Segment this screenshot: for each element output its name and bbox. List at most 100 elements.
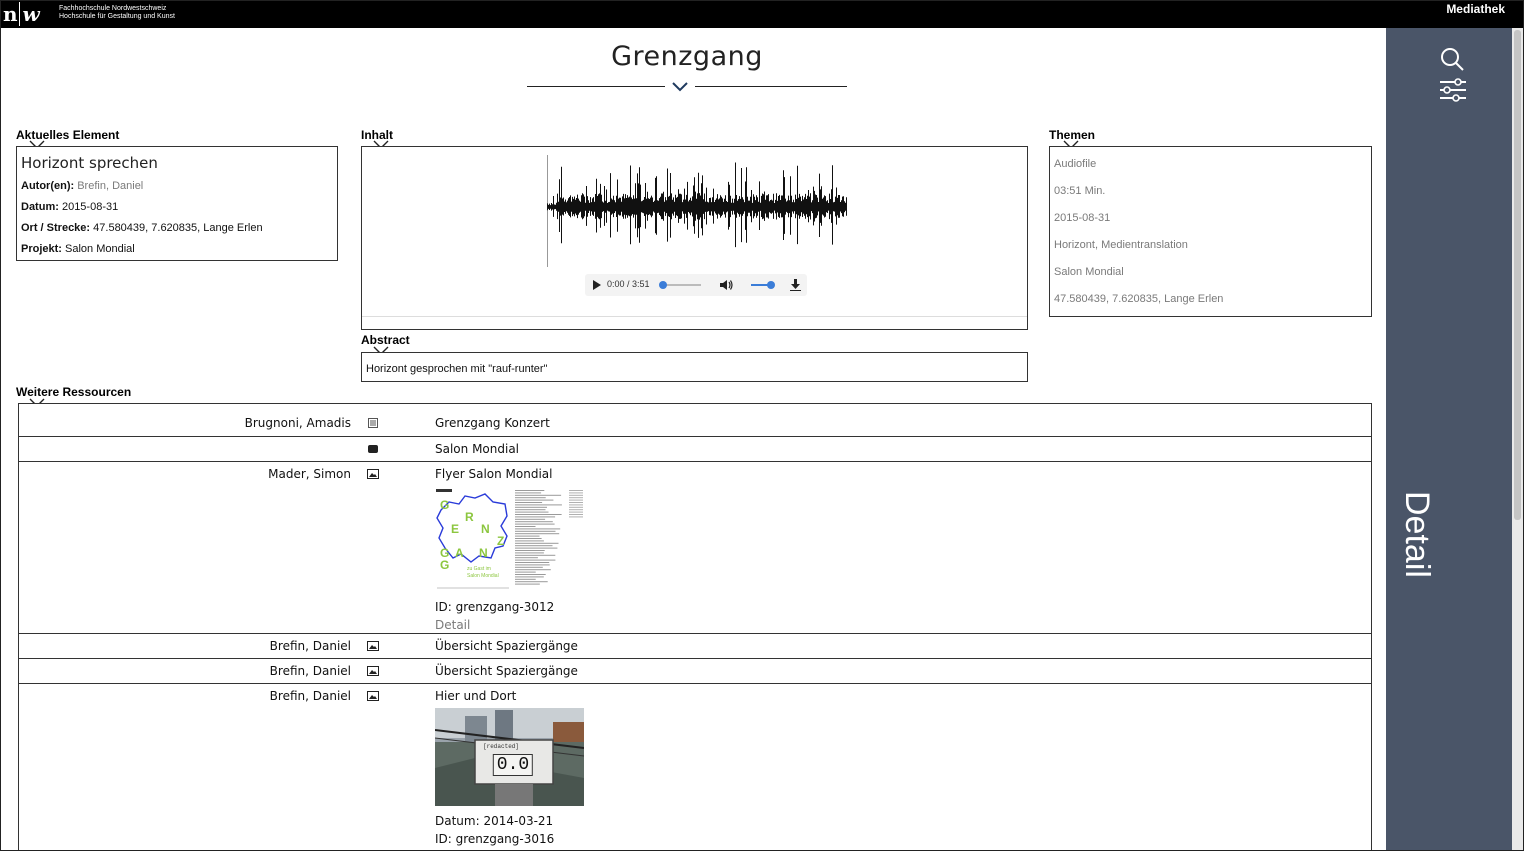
resource-title[interactable]: Grenzgang Konzert bbox=[435, 416, 550, 430]
flyer-text-line bbox=[515, 492, 542, 494]
right-sidebar bbox=[1386, 28, 1512, 850]
theme-item[interactable]: Salon Mondial bbox=[1054, 266, 1124, 278]
fhnw-logo[interactable]: nw bbox=[3, 2, 40, 26]
volume-icon[interactable] bbox=[720, 279, 734, 291]
theme-item[interactable]: 2015-08-31 bbox=[1054, 212, 1110, 224]
logo-letter-n: n bbox=[3, 2, 18, 26]
flyer-text-line bbox=[515, 578, 536, 580]
volume-knob[interactable] bbox=[767, 281, 775, 289]
flyer-text-line bbox=[569, 514, 583, 515]
scrollbar-thumb[interactable] bbox=[1514, 30, 1521, 520]
flyer-text-line bbox=[515, 509, 546, 511]
theme-item[interactable]: Horizont, Medientranslation bbox=[1054, 239, 1188, 251]
flyer-letter: G bbox=[440, 498, 450, 512]
resource-title[interactable]: Übersicht Spaziergänge bbox=[435, 639, 578, 653]
resource-title[interactable]: Übersicht Spaziergänge bbox=[435, 664, 578, 678]
place-label: Ort / Strecke: bbox=[21, 222, 91, 234]
chevron-down-icon[interactable] bbox=[671, 81, 689, 93]
project-label: Projekt: bbox=[21, 243, 62, 255]
resource-author: Brugnoni, Amadis bbox=[244, 416, 351, 430]
photo-thumbnail[interactable]: [redacted] 0.0 bbox=[435, 708, 584, 806]
logo-line-2: Hochschule für Gestaltung und Kunst bbox=[59, 13, 175, 20]
play-icon[interactable] bbox=[592, 280, 602, 290]
image-icon bbox=[367, 469, 379, 479]
volume-track[interactable] bbox=[751, 281, 775, 289]
resource-title[interactable]: Hier und Dort bbox=[435, 689, 516, 703]
sign-value-text: 0.0 bbox=[492, 754, 534, 776]
flyer-text-line bbox=[569, 516, 583, 518]
progress-knob[interactable] bbox=[659, 281, 667, 289]
title-divider-right bbox=[695, 86, 847, 87]
resource-author: Brefin, Daniel bbox=[269, 664, 351, 678]
flyer-letter: G bbox=[440, 558, 450, 572]
flyer-letter: N bbox=[479, 546, 488, 560]
resources-panel: Brugnoni, Amadis Grenzgang Konzert Salon… bbox=[18, 403, 1372, 850]
flyer-text-line bbox=[515, 490, 545, 491]
flyer-text-line bbox=[515, 494, 562, 496]
detail-tab[interactable]: Detail bbox=[1396, 491, 1436, 601]
search-icon[interactable] bbox=[1438, 46, 1468, 76]
theme-item[interactable]: 47.580439, 7.620835, Lange Erlen bbox=[1054, 293, 1223, 305]
flyer-text-line bbox=[515, 518, 546, 520]
flyer-text-line bbox=[515, 497, 546, 499]
resource-author: Mader, Simon bbox=[268, 467, 351, 481]
date-value: 2015-08-31 bbox=[61, 201, 119, 213]
flyer-text-line bbox=[515, 530, 556, 532]
resource-row[interactable]: Mader, Simon Flyer Salon Mondial G R E N… bbox=[19, 461, 1371, 634]
resource-row[interactable]: Brugnoni, Amadis Grenzgang Konzert bbox=[19, 404, 1371, 436]
scrollbar[interactable] bbox=[1512, 28, 1523, 850]
flyer-text-line bbox=[515, 528, 561, 530]
logo-letter-w: w bbox=[18, 2, 40, 26]
abstract-label: Abstract bbox=[361, 333, 410, 347]
top-bar: nw Fachhochschule Nordwestschweiz Hochsc… bbox=[1, 1, 1523, 28]
flyer-text-line bbox=[515, 571, 536, 573]
flyer-text-line bbox=[515, 574, 546, 575]
themen-panel: Audiofile 03:51 Min. 2015-08-31 Horizont… bbox=[1049, 146, 1372, 317]
flyer-text-line bbox=[569, 492, 583, 494]
resource-title[interactable]: Flyer Salon Mondial bbox=[435, 467, 552, 481]
app-window: nw Fachhochschule Nordwestschweiz Hochsc… bbox=[0, 0, 1524, 851]
flyer-caption: zu Gast im bbox=[467, 566, 491, 572]
folder-icon bbox=[368, 445, 378, 453]
flyer-text-line bbox=[569, 509, 583, 511]
resource-row[interactable]: Brefin, Daniel Hier und Dort [redacted] … bbox=[19, 683, 1371, 850]
resource-row[interactable]: Brefin, Daniel Übersicht Spaziergänge bbox=[19, 658, 1371, 684]
download-icon[interactable] bbox=[790, 279, 801, 291]
flyer-text-page bbox=[515, 490, 583, 585]
flyer-text-line bbox=[515, 542, 559, 544]
flyer-letter: R bbox=[465, 510, 474, 524]
project-value: Salon Mondial bbox=[65, 243, 135, 255]
flyer-text-line bbox=[515, 545, 553, 547]
sign-top-text: [redacted] bbox=[483, 743, 520, 750]
flyer-text-line bbox=[515, 523, 555, 525]
sliders-icon[interactable] bbox=[1438, 78, 1468, 102]
abstract-text: Horizont gesprochen mit "rauf-runter" bbox=[366, 363, 548, 375]
flyer-text-line bbox=[515, 554, 556, 556]
inhalt-panel: 0:00 / 3:51 bbox=[361, 146, 1028, 330]
theme-item[interactable]: Audiofile bbox=[1054, 158, 1096, 170]
flyer-text-line bbox=[515, 535, 540, 537]
flyer-letter: E bbox=[451, 522, 460, 536]
resource-row[interactable]: Brefin, Daniel Übersicht Spaziergänge bbox=[19, 633, 1371, 659]
author-link[interactable]: Brefin, Daniel bbox=[77, 180, 143, 192]
flyer-text-line bbox=[569, 504, 583, 506]
resource-author: Brefin, Daniel bbox=[269, 689, 351, 703]
current-element-title: Horizont sprechen bbox=[21, 154, 158, 172]
resource-title[interactable]: Salon Mondial bbox=[435, 442, 519, 456]
audio-waveform bbox=[547, 155, 847, 267]
flyer-thumbnail[interactable]: G R E N Z G A N G zu Gast im Salon Mondi… bbox=[435, 488, 585, 592]
theme-item[interactable]: 03:51 Min. bbox=[1054, 185, 1105, 197]
resource-row[interactable]: Salon Mondial bbox=[19, 436, 1371, 462]
flyer-text-line bbox=[515, 533, 560, 535]
image-icon bbox=[367, 641, 379, 651]
progress-track[interactable] bbox=[659, 281, 701, 289]
flyer-text-line bbox=[515, 538, 542, 539]
audio-player: 0:00 / 3:51 bbox=[585, 274, 807, 296]
resources-label: Weitere Ressourcen bbox=[16, 385, 132, 399]
player-time: 0:00 / 3:51 bbox=[607, 279, 650, 289]
resource-detail-link[interactable]: Detail bbox=[435, 618, 470, 632]
flyer-text-line bbox=[569, 511, 583, 513]
flyer-text-line bbox=[515, 499, 554, 501]
flyer-text-line bbox=[515, 506, 547, 508]
mediathek-link[interactable]: Mediathek bbox=[1446, 2, 1505, 16]
